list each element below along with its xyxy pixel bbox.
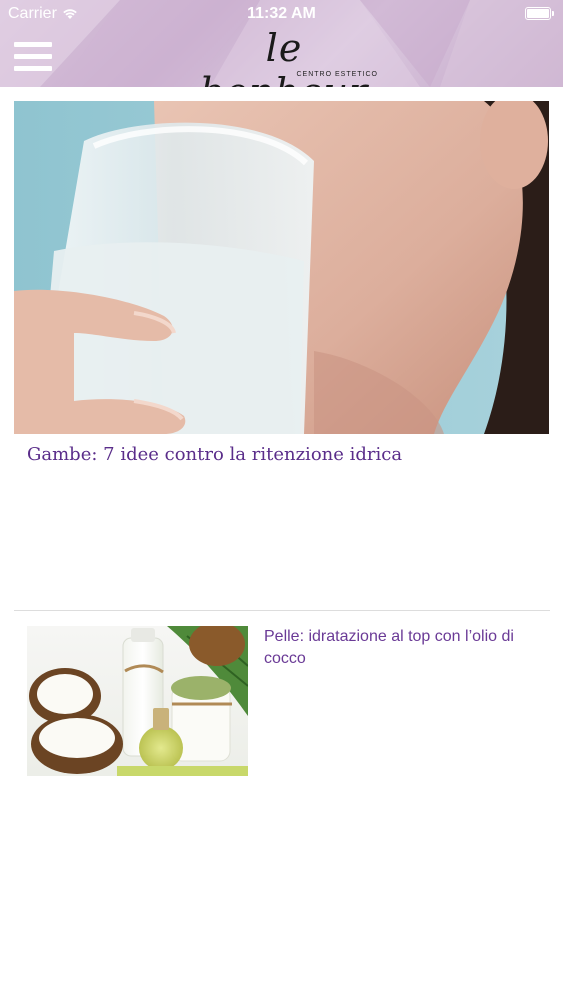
article-title-olio-di-cocco[interactable]: Pelle: idratazione al top con l’olio di …: [264, 626, 544, 670]
article-divider: [14, 610, 550, 611]
logo-subtitle: CENTRO ESTETICO: [296, 71, 378, 78]
status-time: 11:32 AM: [247, 5, 316, 22]
status-bar: Carrier 11:32 AM: [0, 0, 563, 28]
coconut-oil-photo[interactable]: [27, 626, 248, 776]
battery-icon: [525, 7, 555, 20]
app-header: Carrier 11:32 AM le bonheur CENTRO ESTET…: [0, 0, 563, 87]
hamburger-menu-icon[interactable]: [14, 42, 52, 72]
article-title-ritenzione[interactable]: Gambe: 7 idee contro la ritenzione idric…: [27, 443, 547, 467]
woman-drinking-water-photo[interactable]: [14, 101, 549, 434]
brand-logo: le bonheur CENTRO ESTETICO: [186, 26, 382, 87]
